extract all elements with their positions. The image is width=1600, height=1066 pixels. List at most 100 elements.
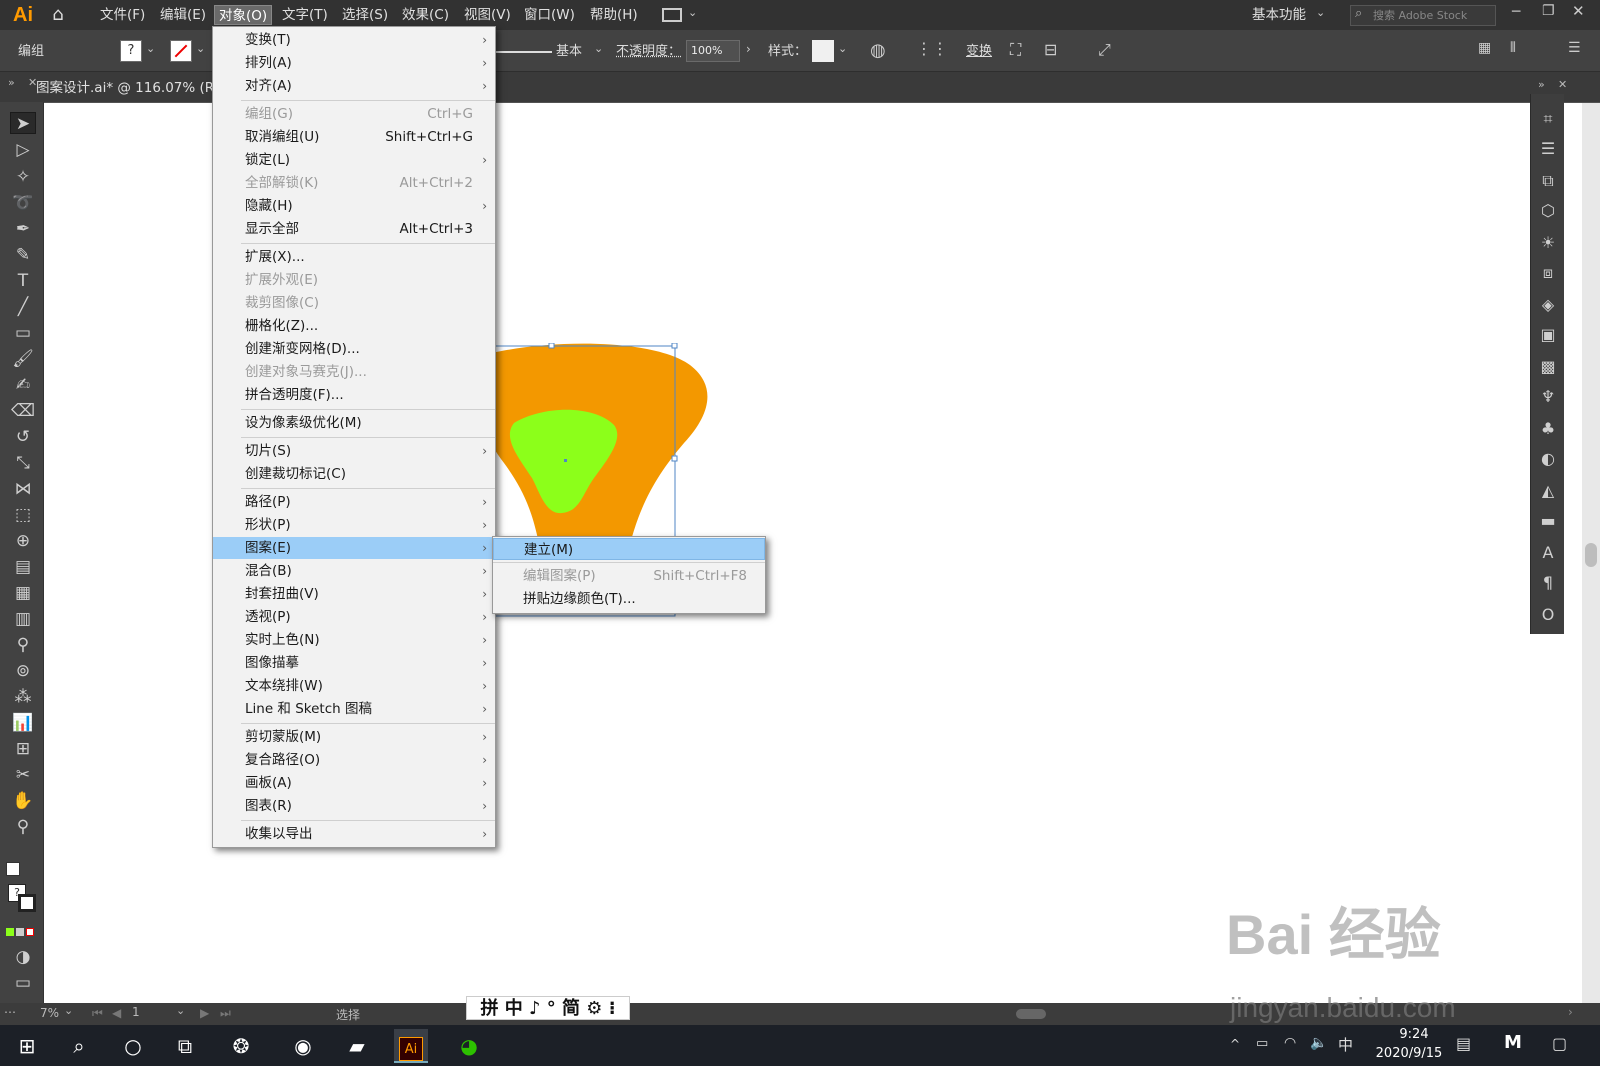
workspace-switcher[interactable]: 基本功能: [1248, 5, 1310, 25]
chevron-down-icon[interactable]: ⌄: [196, 42, 205, 55]
object-menu-item[interactable]: 形状(P) ›: [213, 514, 495, 536]
object-menu-item[interactable]: 收集以导出 ›: [213, 823, 495, 845]
object-menu-item[interactable]: 透视(P) ›: [213, 606, 495, 628]
artboards-panel-icon[interactable]: ⌗: [1536, 108, 1560, 130]
chrome-icon[interactable]: ◉: [286, 1029, 320, 1063]
distribute-icon[interactable]: ⫴: [1510, 40, 1516, 56]
symbols-panel-icon[interactable]: ♣: [1536, 418, 1560, 440]
object-menu-item[interactable]: 栅格化(Z)...: [213, 315, 495, 337]
stroke-style-label[interactable]: 基本: [556, 40, 582, 64]
object-menu-item[interactable]: 封套扭曲(V) ›: [213, 583, 495, 605]
scroll-right-icon[interactable]: ›: [1568, 1005, 1573, 1019]
collapse-icon[interactable]: »: [8, 76, 15, 89]
menu-view[interactable]: 视图(V): [460, 5, 515, 25]
scale-tool-icon[interactable]: ⤡: [10, 452, 36, 474]
align-panel-icon[interactable]: ☰: [1536, 138, 1560, 160]
pathfinder-panel-icon[interactable]: ⧉: [1536, 170, 1560, 192]
gradient-panel-icon[interactable]: ▬: [1536, 510, 1560, 532]
notification-icon[interactable]: ▢: [1552, 1034, 1567, 1053]
menu-select[interactable]: 选择(S): [338, 5, 392, 25]
direct-selection-tool-icon[interactable]: ▷: [10, 139, 36, 161]
none-mode-icon[interactable]: [26, 928, 34, 936]
menu-edit[interactable]: 编辑(E): [156, 5, 210, 25]
zoom-tool-icon[interactable]: ⚲: [10, 816, 36, 838]
first-artboard-icon[interactable]: ⏮: [92, 1006, 103, 1021]
rotate-tool-icon[interactable]: ↺: [10, 426, 36, 448]
paragraph-panel-icon[interactable]: ¶: [1536, 572, 1560, 594]
brushes-panel-icon[interactable]: ♆: [1536, 386, 1560, 408]
restore-icon[interactable]: ❐: [1542, 3, 1555, 19]
object-menu-item[interactable]: 复合路径(O) ›: [213, 749, 495, 771]
magic-wand-tool-icon[interactable]: ✧: [10, 166, 36, 188]
blend-tool-icon[interactable]: ⊚: [10, 660, 36, 682]
object-menu-item[interactable]: 实时上色(N) ›: [213, 629, 495, 651]
paintbrush-tool-icon[interactable]: 🖌: [10, 348, 36, 370]
app-icon[interactable]: ❂: [224, 1029, 258, 1063]
next-artboard-icon[interactable]: ▶: [200, 1006, 209, 1020]
drawing-mode-icon[interactable]: ◑: [10, 946, 36, 968]
puppet-warp-icon[interactable]: ⤢: [1098, 40, 1111, 60]
cortana-icon[interactable]: ○: [116, 1029, 150, 1063]
home-icon[interactable]: ⌂: [46, 4, 70, 26]
hand-tool-icon[interactable]: ✋: [10, 790, 36, 812]
clock-date[interactable]: 2020/9/15: [1364, 1046, 1454, 1061]
close-icon[interactable]: ✕: [1572, 2, 1585, 20]
object-menu-item[interactable]: 对齐(A) ›: [213, 75, 495, 97]
last-artboard-icon[interactable]: ⏭: [220, 1006, 231, 1021]
object-menu-item[interactable]: 画板(A) ›: [213, 772, 495, 794]
swatches-panel-icon[interactable]: ▩: [1536, 356, 1560, 378]
column-graph-tool-icon[interactable]: 📊: [10, 712, 36, 734]
opentype-panel-icon[interactable]: O: [1536, 604, 1560, 626]
eraser-tool-icon[interactable]: ⌫: [10, 400, 36, 422]
color-guide-panel-icon[interactable]: ◐: [1536, 448, 1560, 470]
color-mode-icon[interactable]: [6, 928, 14, 936]
zoom-level[interactable]: 7%: [40, 1006, 59, 1020]
menu-window[interactable]: 窗口(W): [520, 5, 579, 25]
chevron-down-icon[interactable]: ⌄: [176, 1004, 185, 1017]
collapse-icon[interactable]: »: [1538, 78, 1545, 91]
symbol-sprayer-tool-icon[interactable]: ⁂: [10, 686, 36, 708]
notes-icon[interactable]: ▤: [1456, 1034, 1471, 1053]
graphic-styles-panel-icon[interactable]: ⧈: [1536, 262, 1560, 284]
chevron-down-icon[interactable]: ⌄: [838, 42, 847, 55]
more-icon[interactable]: ⋯: [4, 1005, 16, 1019]
wifi-icon[interactable]: ◠: [1284, 1035, 1296, 1051]
horizontal-scroll-thumb[interactable]: [1016, 1009, 1046, 1019]
opacity-input[interactable]: 100%: [686, 40, 740, 62]
ime-indicator[interactable]: 中: [1338, 1034, 1353, 1055]
type-tool-icon[interactable]: T: [10, 270, 36, 292]
layers-panel-icon[interactable]: ◈: [1536, 294, 1560, 316]
panel-toggle-icon[interactable]: ▦: [1478, 40, 1491, 56]
arrange-documents-icon[interactable]: [662, 8, 682, 22]
chevron-down-icon[interactable]: ⌄: [594, 42, 603, 55]
chevron-right-icon[interactable]: ›: [746, 42, 751, 56]
perspective-grid-tool-icon[interactable]: ▤: [10, 556, 36, 578]
object-menu-item[interactable]: 图像描摹 ›: [213, 652, 495, 674]
menu-file[interactable]: 文件(F): [96, 5, 149, 25]
object-menu-item[interactable]: 创建渐变网格(D)...: [213, 338, 495, 360]
windows-start-icon[interactable]: ⊞: [10, 1029, 44, 1063]
recolor-artwork-icon[interactable]: ◍: [870, 40, 886, 61]
chevron-down-icon[interactable]: ⌄: [688, 6, 697, 19]
character-panel-icon[interactable]: A: [1536, 542, 1560, 564]
object-menu-item[interactable]: 路径(P) ›: [213, 491, 495, 513]
free-transform-tool-icon[interactable]: ⬚: [10, 504, 36, 526]
transform-panel-icon[interactable]: ⬡: [1536, 200, 1560, 222]
menu-object[interactable]: 对象(O): [214, 5, 273, 25]
arrange-icon[interactable]: ⊟: [1044, 40, 1057, 59]
scrollbar-thumb[interactable]: [1585, 543, 1597, 567]
object-menu-item[interactable]: 锁定(L) ›: [213, 149, 495, 171]
object-menu-item[interactable]: 剪切蒙版(M) ›: [213, 726, 495, 748]
opacity-label[interactable]: 不透明度：: [616, 40, 681, 64]
selection-tool-icon[interactable]: ➤: [10, 112, 36, 134]
blob-brush-tool-icon[interactable]: ✍: [10, 374, 36, 396]
minimize-icon[interactable]: ─: [1512, 4, 1520, 20]
fill-stroke-indicator[interactable]: ?: [8, 884, 36, 912]
object-menu-item[interactable]: 设为像素级优化(M): [213, 412, 495, 434]
align-icon[interactable]: ⋮⋮: [916, 39, 948, 58]
artboard-tool-icon[interactable]: ⊞: [10, 738, 36, 760]
lasso-tool-icon[interactable]: ➰: [10, 192, 36, 214]
file-explorer-icon[interactable]: ▰: [340, 1029, 374, 1063]
stroke-swatch[interactable]: [170, 40, 192, 62]
chevron-down-icon[interactable]: ⌄: [1316, 6, 1325, 19]
